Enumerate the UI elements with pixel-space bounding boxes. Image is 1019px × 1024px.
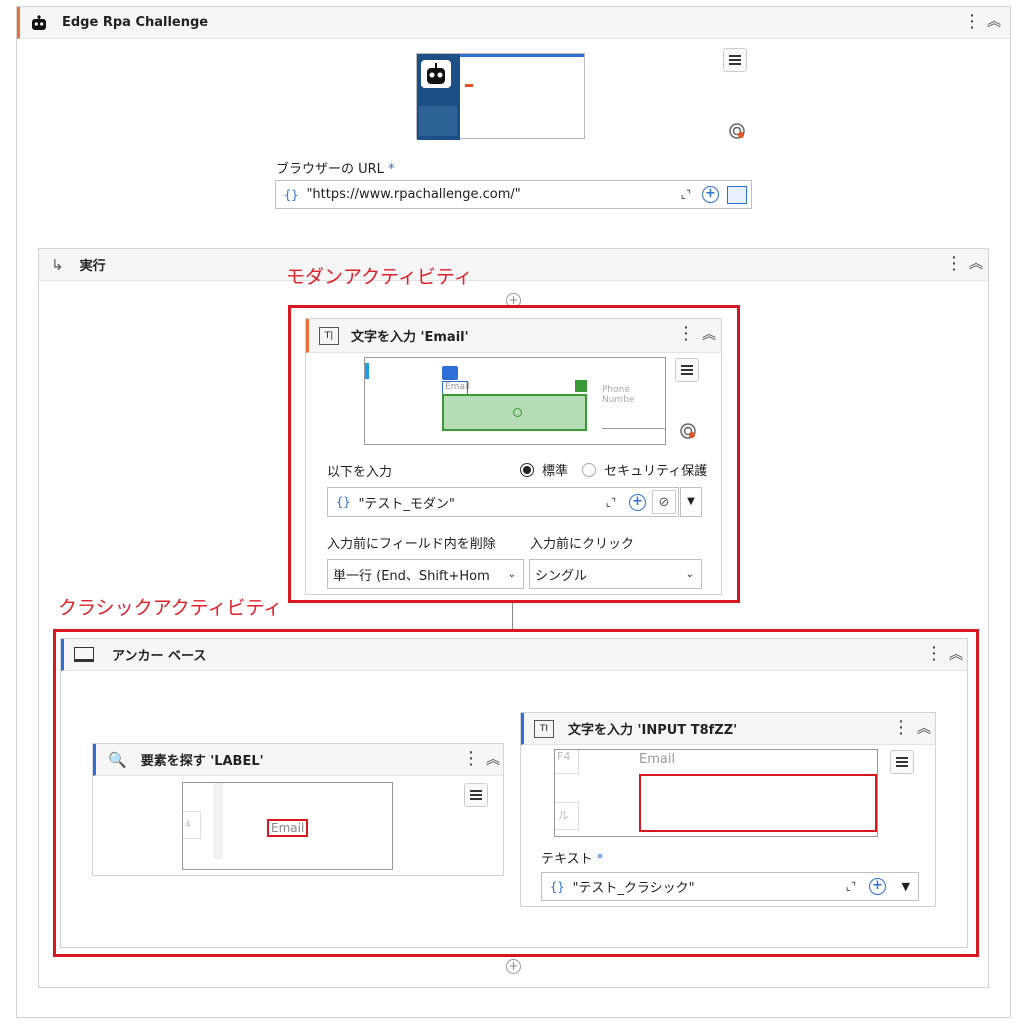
sequence-connector [512, 603, 513, 631]
insert-activity-icon[interactable]: + [506, 959, 521, 974]
browser-pick-icon[interactable] [727, 185, 747, 204]
do-title: 実行 [79, 259, 106, 274]
branch-arrow-icon: ↳ [51, 255, 64, 274]
use-browser-title: Edge Rpa Challenge [62, 15, 209, 30]
modern-highlight-box [288, 305, 740, 603]
url-input[interactable]: {} "https://www.rpachallenge.com/" ⌞⌝ + [275, 180, 752, 209]
modern-annotation: モダンアクティビティ [286, 266, 473, 288]
more-options-icon[interactable]: ⋮ [945, 255, 963, 273]
collapse-icon[interactable]: ︽ [969, 257, 983, 271]
do-header[interactable]: ↳ 実行 [39, 249, 988, 281]
target-icon[interactable] [728, 122, 746, 140]
url-label: ブラウザーの URL * [276, 162, 395, 177]
use-browser-header[interactable]: Edge Rpa Challenge [17, 7, 1010, 39]
classic-highlight-box [53, 629, 979, 957]
expression-icon: {} [284, 187, 299, 202]
browser-screenshot-thumbnail[interactable] [416, 53, 585, 140]
more-options-icon[interactable]: ⋮ [963, 13, 981, 31]
collapse-icon[interactable]: ︽ [987, 15, 1001, 29]
browser-menu-icon[interactable] [723, 48, 747, 72]
robot-icon [30, 14, 48, 32]
classic-annotation: クラシックアクティビティ [58, 597, 283, 619]
expand-icon[interactable]: ⌞⌝ [681, 188, 691, 201]
add-icon[interactable]: + [702, 186, 719, 203]
